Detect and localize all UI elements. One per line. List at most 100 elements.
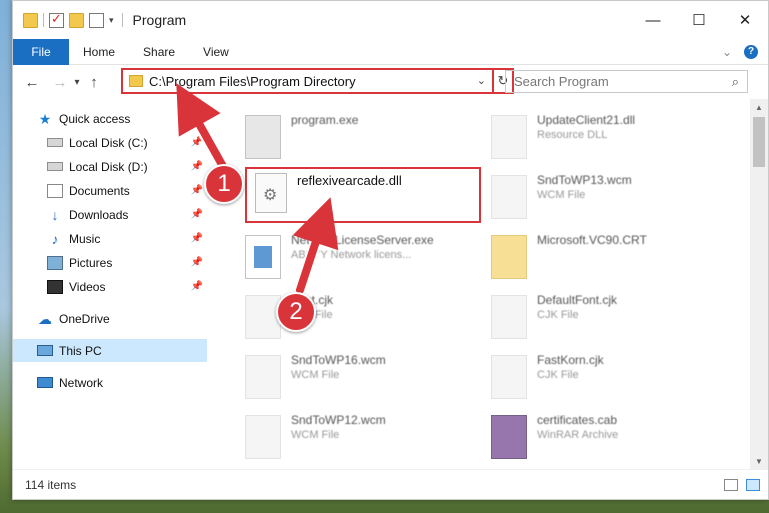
sidebar-item-this-pc[interactable]: This PC <box>13 339 207 362</box>
sidebar-item-label: Quick access <box>59 111 131 126</box>
sidebar-item-onedrive[interactable]: ☁ OneDrive <box>13 307 207 330</box>
scroll-down-icon[interactable]: ▼ <box>750 453 768 469</box>
file-type: ABBYY Network licens... <box>291 249 412 261</box>
close-button[interactable]: ✕ <box>722 1 768 39</box>
forward-button[interactable]: → <box>49 74 71 91</box>
address-path: C:\Program Files\Program Directory <box>149 73 356 89</box>
file-item[interactable]: SndToWP12.wcm WCM File <box>239 405 479 461</box>
window-controls: — ☐ ✕ <box>630 1 768 39</box>
file-item[interactable]: certificates.cab WinRAR Archive <box>485 405 725 461</box>
file-item[interactable]: NetworkLicenseServer.exe ABBYY Network l… <box>239 225 479 281</box>
properties-check-icon[interactable] <box>49 11 64 28</box>
file-name: SndToWP12.wcm <box>291 413 386 427</box>
sidebar-item-network[interactable]: Network <box>13 371 207 394</box>
sidebar-item-local-disk-c[interactable]: Local Disk (C:) 📌 <box>13 131 207 154</box>
file-item[interactable]: SndToWP16.wcm WCM File <box>239 345 479 401</box>
generic-file-icon <box>245 355 281 399</box>
generic-file-icon <box>245 295 281 339</box>
details-view-icon[interactable] <box>724 478 738 491</box>
file-name: DefaultFont.cjk <box>537 293 618 307</box>
sidebar-item-music[interactable]: ♪ Music 📌 <box>13 227 207 250</box>
file-item[interactable]: program.exe <box>239 105 479 161</box>
generic-file-icon <box>491 295 527 339</box>
scroll-up-icon[interactable]: ▲ <box>750 99 768 115</box>
file-item[interactable]: Microsoft.VC90.CRT <box>485 225 725 281</box>
file-type: CJK File <box>537 369 579 381</box>
exe-file-icon <box>245 235 281 279</box>
file-explorer-window: ▾ Program — ☐ ✕ File Home Share View ⌄ ?… <box>12 0 769 500</box>
sidebar-item-label: Music <box>69 231 101 246</box>
customize-icon[interactable] <box>89 12 104 28</box>
ribbon-tabs: File Home Share View ⌄ ? <box>13 38 768 65</box>
sidebar-item-pictures[interactable]: Pictures 📌 <box>13 251 207 274</box>
address-dropdown-icon[interactable]: ⌄ <box>477 74 486 87</box>
pin-icon[interactable]: 📌 <box>191 161 203 172</box>
minimize-button[interactable]: — <box>630 1 676 39</box>
file-name: SndToWP16.wcm <box>291 353 386 367</box>
navigation-pane: ★ Quick access Local Disk (C:) 📌 Local D… <box>13 101 209 469</box>
folder-icon <box>23 12 38 28</box>
recent-locations-button[interactable]: ▾ <box>71 77 83 88</box>
sidebar-item-downloads[interactable]: ↓ Downloads 📌 <box>13 203 207 226</box>
ribbon-right: ⌄ ? <box>722 44 758 59</box>
sidebar-item-quick-access[interactable]: ★ Quick access <box>13 107 207 130</box>
file-item[interactable]: FastKorn.cjk CJK File <box>485 345 725 401</box>
view-switcher <box>724 478 760 491</box>
sidebar-item-label: Videos <box>69 279 106 294</box>
scrollbar-thumb[interactable] <box>753 117 765 167</box>
archive-icon <box>491 415 527 459</box>
music-icon: ♪ <box>51 230 59 247</box>
file-name: NetworkLicenseServer.exe <box>291 233 434 247</box>
file-list: program.exe NetworkLicenseServer.exe ABB… <box>209 99 739 469</box>
file-name: certificates.cab <box>537 413 618 427</box>
file-item[interactable]: SndToWP13.wcm WCM File <box>485 165 725 221</box>
sidebar-item-videos[interactable]: Videos 📌 <box>13 275 207 298</box>
search-icon[interactable]: ⌕ <box>732 74 739 90</box>
generic-file-icon <box>491 175 527 219</box>
sidebar-item-label: Pictures <box>69 255 113 270</box>
file-item[interactable]: DefaultFont.cjk CJK File <box>485 285 725 341</box>
search-input[interactable]: Search Program ⌕ <box>505 70 748 93</box>
folder-icon <box>129 75 143 87</box>
pin-icon[interactable]: 📌 <box>191 233 203 244</box>
up-button[interactable]: ↑ <box>83 74 105 91</box>
highlighted-dll-file[interactable]: ⚙ reflexivearcade.dll <box>245 167 481 223</box>
cloud-icon: ☁ <box>38 310 52 327</box>
pin-icon[interactable]: 📌 <box>191 137 203 148</box>
gear-icon: ⚙ <box>263 187 278 204</box>
vertical-scrollbar[interactable]: ▲ ▼ <box>750 99 768 469</box>
drive-icon <box>47 162 63 171</box>
pin-icon[interactable]: 📌 <box>191 185 203 196</box>
pin-icon[interactable]: 📌 <box>191 281 203 292</box>
tab-file[interactable]: File <box>13 38 69 65</box>
file-item[interactable]: UpdateClient21.dll Resource DLL <box>485 105 725 161</box>
new-folder-icon[interactable] <box>69 12 84 28</box>
expand-ribbon-icon[interactable]: ⌄ <box>722 45 732 59</box>
help-icon[interactable]: ? <box>744 44 758 59</box>
sidebar-item-label: OneDrive <box>59 311 110 326</box>
sidebar-item-local-disk-d[interactable]: Local Disk (D:) 📌 <box>13 155 207 178</box>
tab-view[interactable]: View <box>189 45 243 59</box>
pin-icon[interactable]: 📌 <box>191 209 203 220</box>
file-type: CJK File <box>537 309 579 321</box>
file-type: WCM File <box>291 369 340 381</box>
sidebar-item-documents[interactable]: Documents 📌 <box>13 179 207 202</box>
address-bar[interactable]: C:\Program Files\Program Directory ⌄ <box>121 68 494 94</box>
step-1-badge: 1 <box>204 164 244 204</box>
exe-file-icon <box>245 115 281 159</box>
network-icon <box>37 377 53 388</box>
tab-share[interactable]: Share <box>129 45 189 59</box>
file-name: UpdateClient21.dll <box>537 113 636 127</box>
file-item[interactable]: Font.cjk CJK File <box>239 285 479 341</box>
maximize-button[interactable]: ☐ <box>676 1 722 39</box>
file-type: Resource DLL <box>537 129 608 141</box>
customize-dropdown-icon[interactable]: ▾ <box>109 15 114 26</box>
file-name: reflexivearcade.dll <box>297 173 402 188</box>
step-2-badge: 2 <box>276 292 316 332</box>
back-button[interactable]: ← <box>21 74 43 91</box>
tab-home[interactable]: Home <box>69 45 129 59</box>
pin-icon[interactable]: 📌 <box>191 257 203 268</box>
documents-icon <box>47 183 63 198</box>
videos-icon <box>47 279 63 294</box>
tiles-view-icon[interactable] <box>746 478 760 491</box>
